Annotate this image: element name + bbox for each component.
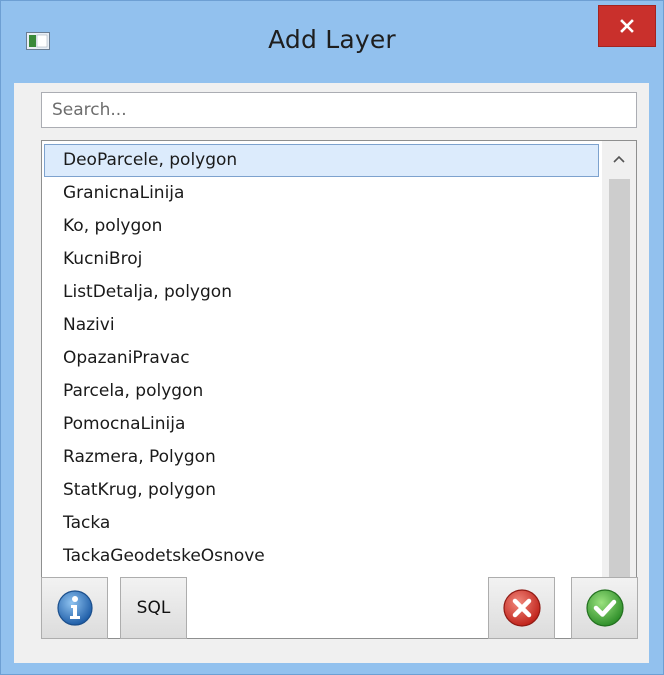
layer-list-item[interactable]: Razmera, Polygon — [44, 441, 599, 474]
sql-button-label: SQL — [136, 598, 171, 618]
scroll-thumb[interactable] — [609, 179, 630, 602]
cancel-button[interactable] — [488, 577, 555, 639]
layer-list-item[interactable]: Tacka — [44, 507, 599, 540]
info-icon — [56, 590, 93, 626]
layer-list-item[interactable]: StatKrug, polygon — [44, 474, 599, 507]
layer-list-item[interactable]: TackaGeodetskeOsnove — [44, 540, 599, 573]
layer-list-item[interactable]: Ko, polygon — [44, 210, 599, 243]
layer-list-items: DeoParcele, polygon GranicnaLinija Ko, pol… — [44, 144, 599, 573]
layer-list-item[interactable]: Nazivi — [44, 309, 599, 342]
layer-list-item[interactable]: DeoParcele, polygon — [44, 144, 599, 177]
dialog-body: DeoParcele, polygonGranicnaLinijaKo, pol… — [14, 83, 649, 663]
layer-list-item[interactable]: GranicnaLinija — [44, 177, 599, 210]
ok-button[interactable] — [571, 577, 638, 639]
ok-icon — [585, 589, 624, 627]
window-title: Add Layer — [268, 25, 396, 54]
scroll-up-button[interactable] — [602, 141, 636, 177]
info-button[interactable] — [41, 577, 108, 639]
add-layer-dialog: Add Layer DeoParcele, polygonGranicnaLin… — [0, 0, 664, 675]
search-input[interactable] — [41, 92, 637, 128]
close-icon — [620, 19, 634, 33]
layer-list-item[interactable]: OpazaniPravac — [44, 342, 599, 375]
layer-list-item[interactable]: Parcela, polygon — [44, 375, 599, 408]
close-button[interactable] — [598, 5, 656, 47]
layer-list-item[interactable]: PomocnaLinija — [44, 408, 599, 441]
layer-list-item[interactable]: ListDetalja, polygon — [44, 276, 599, 309]
chevron-up-icon — [613, 155, 625, 163]
title-bar[interactable]: Add Layer — [1, 1, 663, 83]
vertical-scrollbar[interactable] — [602, 141, 636, 638]
sql-button[interactable]: SQL — [120, 577, 187, 639]
cancel-icon — [502, 589, 541, 627]
layer-list-item[interactable]: KucniBroj — [44, 243, 599, 276]
layer-list[interactable]: DeoParcele, polygon GranicnaLinija Ko, pol… — [41, 140, 637, 639]
